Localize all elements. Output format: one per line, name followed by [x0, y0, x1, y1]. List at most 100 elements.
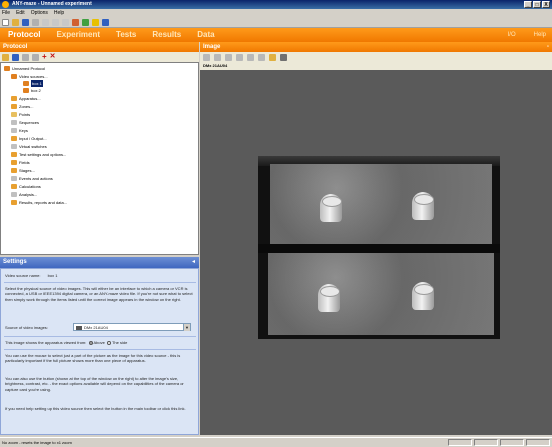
main-toolbar	[0, 17, 552, 28]
remove-icon[interactable]: ✕	[50, 53, 56, 61]
divider	[4, 282, 196, 283]
pin-icon[interactable]: ◂	[192, 257, 195, 268]
menu-help[interactable]: Help	[54, 9, 64, 17]
keys-icon	[11, 128, 17, 133]
image-settings-icon[interactable]	[269, 53, 276, 61]
tree-item-box2[interactable]: box 2	[23, 87, 41, 94]
results-icon	[11, 200, 17, 205]
add-icon[interactable]: +	[42, 53, 47, 61]
tree-item-results[interactable]: Results, reports and data...	[11, 199, 67, 206]
zoom-out-icon[interactable]	[214, 53, 221, 61]
video-source-name-row: Video source name: box 1	[5, 273, 195, 278]
tree-item-zones[interactable]: Zones...	[11, 103, 33, 110]
object-bottom-left	[318, 284, 340, 312]
warning-icon[interactable]	[92, 18, 99, 26]
tree-item-io[interactable]: Input / Output...	[11, 135, 47, 142]
folder-icon[interactable]	[2, 53, 9, 61]
video-source-icon	[23, 81, 29, 86]
menu-file[interactable]: File	[2, 9, 10, 17]
radio-above[interactable]	[88, 340, 93, 345]
tree-item-sequences[interactable]: Sequences	[11, 119, 39, 126]
tab-tests[interactable]: Tests	[116, 28, 136, 42]
open-icon[interactable]	[12, 18, 19, 26]
run-icon[interactable]	[82, 18, 89, 26]
pencil-icon[interactable]	[236, 53, 243, 61]
tab-protocol[interactable]: Protocol	[8, 28, 40, 42]
tree-item-box1[interactable]: box 1	[23, 80, 43, 87]
tree-item-points[interactable]: Points	[11, 111, 30, 118]
tree-item-calculations[interactable]: Calculations	[11, 183, 41, 190]
status-cell	[500, 439, 524, 446]
grid-icon[interactable]	[280, 53, 287, 61]
status-bar: No zoom - resets the image to x1 zoom	[0, 437, 552, 446]
tree-item-keys[interactable]: Keys	[11, 127, 28, 134]
tree-item-test-settings[interactable]: Test settings and options...	[11, 151, 66, 158]
sequences-icon	[11, 120, 17, 125]
chevron-down-icon[interactable]: ▼	[183, 324, 190, 331]
save-icon[interactable]	[12, 53, 19, 61]
tree-item-root[interactable]: Unnamed Protocol	[4, 65, 45, 72]
events-icon	[11, 176, 17, 181]
shape-icon[interactable]	[247, 53, 254, 61]
protocol-panel-header: Protocol	[0, 42, 199, 52]
window-titlebar: ANY-maze - Unnamed experiment _ □ X	[0, 0, 552, 9]
pan-icon[interactable]	[225, 53, 232, 61]
minimize-button[interactable]: _	[524, 1, 532, 8]
tree-item-stages[interactable]: Stages...	[11, 167, 35, 174]
zones-icon	[11, 104, 17, 109]
copy-icon[interactable]	[32, 53, 39, 61]
tree-item-apparatus[interactable]: Apparatus...	[11, 95, 41, 102]
cut-icon[interactable]	[42, 18, 49, 26]
save-icon[interactable]	[22, 18, 29, 26]
tree-item-video-sources[interactable]: Video sources...	[11, 73, 48, 80]
mouse-select-text: You can use the mouse to select just a p…	[5, 353, 181, 364]
copy-icon[interactable]	[52, 18, 59, 26]
video-source-select[interactable]: DMx 21AU04 ▼	[73, 323, 191, 331]
tree-item-events[interactable]: Events and actions	[11, 175, 53, 182]
close-button[interactable]: X	[542, 1, 550, 8]
object-top-right	[412, 192, 434, 220]
status-cell	[526, 439, 550, 446]
status-cell	[474, 439, 498, 446]
settings-title: Settings	[3, 259, 27, 265]
close-icon[interactable]: ▫	[547, 42, 549, 52]
camera-image[interactable]	[258, 156, 500, 339]
edit-icon[interactable]	[22, 53, 29, 61]
maximize-button[interactable]: □	[533, 1, 541, 8]
tab-io[interactable]: I/O	[508, 28, 516, 42]
video-image-area[interactable]	[200, 70, 552, 435]
status-text: No zoom - resets the image to x1 zoom	[2, 440, 72, 445]
protocol-toolbar: + ✕	[0, 52, 199, 62]
tree-item-analysis[interactable]: Analysis...	[11, 191, 37, 198]
status-cell	[448, 439, 472, 446]
stages-icon	[11, 168, 17, 173]
delete-icon[interactable]	[72, 18, 79, 26]
fields-icon	[11, 160, 17, 165]
print-icon[interactable]	[32, 18, 39, 26]
tab-results[interactable]: Results	[152, 28, 181, 42]
new-icon[interactable]	[2, 18, 9, 26]
tab-help[interactable]: Help	[534, 28, 546, 42]
protocol-icon	[4, 66, 10, 71]
protocol-panel-title: Protocol	[3, 44, 28, 50]
play-icon[interactable]	[258, 53, 265, 61]
video-source-name-value[interactable]: box 1	[48, 273, 58, 278]
zoom-in-icon[interactable]	[203, 53, 210, 61]
radio-side[interactable]	[106, 340, 111, 345]
view-label: This image shows the apparatus viewed fr…	[5, 340, 87, 345]
menu-options[interactable]: Options	[31, 9, 48, 17]
help-icon[interactable]	[102, 18, 109, 26]
source-label: Source of video images:	[5, 325, 48, 330]
tab-data[interactable]: Data	[197, 28, 214, 42]
object-top-left	[320, 194, 342, 222]
app-logo-icon	[2, 1, 9, 8]
help-text[interactable]: If you need help setting up this video s…	[5, 406, 195, 411]
image-source-label: DMx 21AU04	[200, 62, 552, 70]
object-bottom-right	[412, 282, 434, 310]
menu-edit[interactable]: Edit	[16, 9, 25, 17]
paste-icon[interactable]	[62, 18, 69, 26]
tree-item-fields[interactable]: Fields	[11, 159, 30, 166]
tree-item-virtual-switches[interactable]: Virtual switches	[11, 143, 47, 150]
video-source-name-label: Video source name:	[5, 273, 41, 278]
tab-experiment[interactable]: Experiment	[56, 28, 100, 42]
